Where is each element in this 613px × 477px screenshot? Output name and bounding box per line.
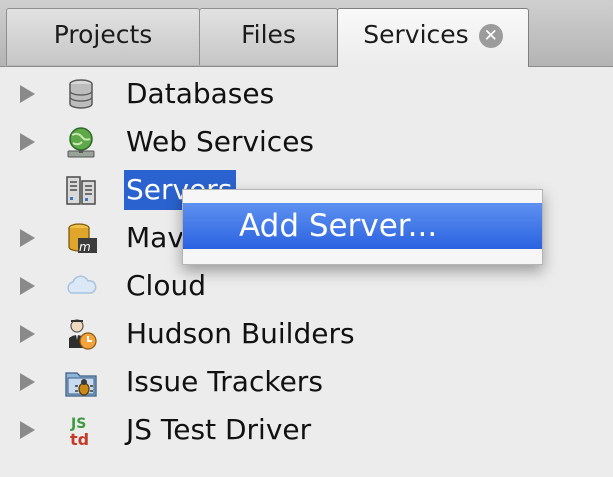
expand-arrow-icon[interactable] [20, 325, 35, 343]
database-icon [69, 79, 93, 109]
svg-text:td: td [70, 430, 89, 447]
js-test-driver-icon: JS td [70, 416, 89, 447]
expand-arrow-icon[interactable] [20, 133, 35, 151]
services-tree: Databases Web Services Servers m Maven C… [0, 67, 613, 477]
web-services-globe-icon [67, 127, 95, 158]
hudson-butler-icon [69, 319, 97, 350]
tree-node-label: Cloud [126, 269, 206, 302]
tab-files[interactable]: Files [199, 8, 338, 65]
tree-node-web-services[interactable]: Web Services [0, 119, 613, 167]
expand-arrow-icon[interactable] [20, 229, 35, 247]
tree-node-hudson-builders[interactable]: Hudson Builders [0, 311, 613, 359]
tab-services-label: Services [363, 20, 469, 49]
tree-node-label: Hudson Builders [126, 317, 355, 350]
tab-bar: Projects Files Services ✕ [0, 0, 613, 67]
tree-node-cloud[interactable]: Cloud [0, 263, 613, 311]
expand-arrow-icon[interactable] [20, 277, 35, 295]
tree-node-js-test-driver[interactable]: JS td JS Test Driver [0, 407, 613, 455]
add-server-menu-item[interactable]: Add Server... [183, 203, 542, 249]
tree-node-label: JS Test Driver [126, 413, 312, 446]
tree-node-issue-trackers[interactable]: Issue Trackers [0, 359, 613, 407]
expand-arrow-icon[interactable] [20, 373, 35, 391]
tab-projects[interactable]: Projects [6, 8, 200, 65]
server-icon [66, 176, 96, 205]
expand-arrow-icon[interactable] [20, 85, 35, 103]
tree-node-databases[interactable]: Databases [0, 71, 613, 119]
tab-projects-label: Projects [53, 20, 153, 49]
tab-files-label: Files [241, 20, 296, 49]
close-icon[interactable]: ✕ [478, 24, 503, 48]
expand-arrow-icon[interactable] [20, 421, 35, 439]
tree-node-label: Databases [126, 77, 275, 110]
svg-text:m: m [79, 240, 91, 254]
tab-services[interactable]: Services ✕ [337, 8, 529, 67]
cloud-icon [67, 275, 97, 294]
context-menu: Add Server... [182, 189, 543, 265]
issue-tracker-bug-icon [65, 372, 97, 397]
tree-node-label: Issue Trackers [126, 365, 323, 398]
maven-repository-icon: m [68, 223, 97, 254]
tree-node-label: Web Services [126, 125, 315, 158]
